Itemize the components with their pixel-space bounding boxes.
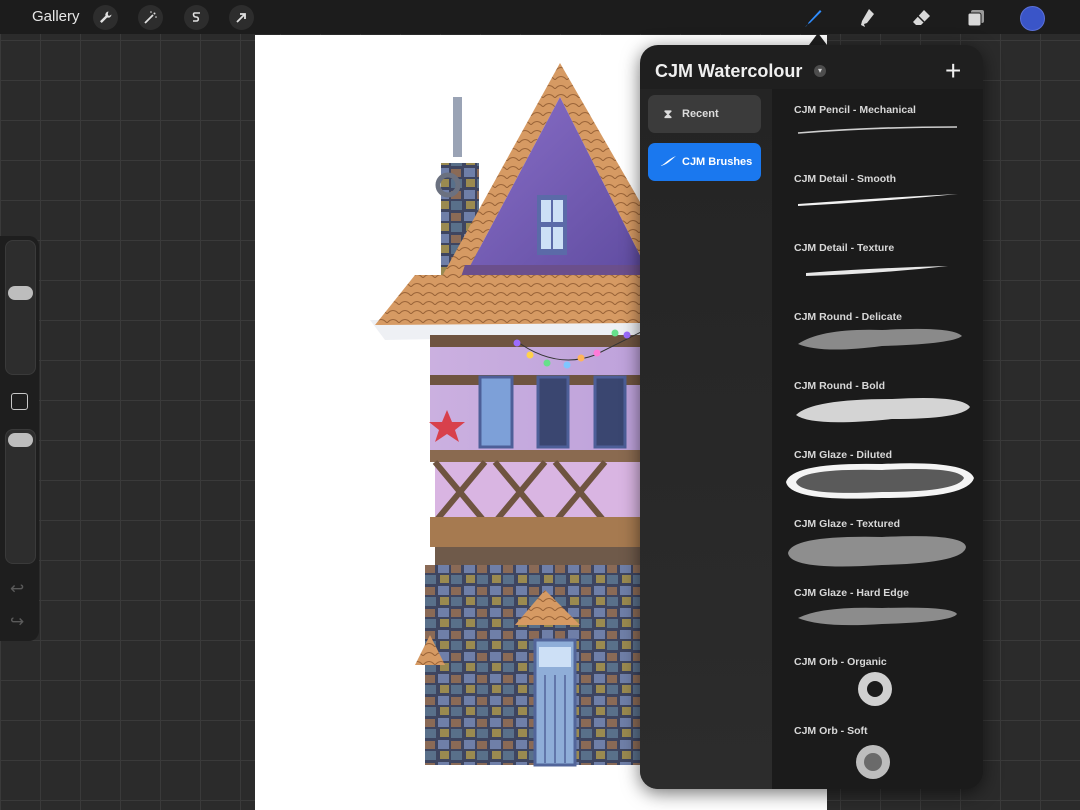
brush-item[interactable]: CJM Glaze - Textured xyxy=(772,503,983,572)
left-sidebar: ↩ ↪ xyxy=(0,236,39,641)
eraser-icon[interactable] xyxy=(908,4,936,32)
brush-stroke-preview xyxy=(797,126,958,134)
brush-set-label: Recent xyxy=(682,108,719,120)
brush-library-title: CJM Watercolour xyxy=(655,61,803,81)
brush-stroke-preview xyxy=(798,194,958,206)
brush-icon[interactable] xyxy=(799,4,827,32)
brush-size-thumb[interactable] xyxy=(8,286,33,300)
brush-item[interactable]: CJM Glaze - Hard Edge xyxy=(772,572,983,641)
brush-stroke-preview xyxy=(858,672,892,706)
undo-icon[interactable]: ↩ xyxy=(10,579,24,599)
brush-item[interactable]: CJM Orb - Organic xyxy=(772,641,983,710)
brush-item[interactable]: CJM Detail - Texture xyxy=(772,227,983,296)
opacity-slider[interactable] xyxy=(5,429,36,564)
brush-stroke-preview xyxy=(798,607,957,626)
brush-stroke-preview xyxy=(856,745,890,779)
brush-item[interactable]: CJM Glaze - Diluted xyxy=(772,434,983,503)
brush-stroke-preview xyxy=(786,463,974,499)
wrench-icon[interactable] xyxy=(93,5,118,30)
brush-stroke-preview xyxy=(788,536,966,567)
layers-icon[interactable] xyxy=(962,4,990,32)
brush-item[interactable]: CJM Detail - Smooth xyxy=(772,158,983,227)
modify-button-icon[interactable] xyxy=(11,393,28,410)
brush-item[interactable]: CJM Round - Delicate xyxy=(772,296,983,365)
brush-set-label: CJM Brushes xyxy=(682,156,753,168)
gallery-button[interactable]: Gallery xyxy=(32,8,80,25)
brush-item[interactable]: CJM Round - Bold xyxy=(772,365,983,434)
brush-stroke-preview xyxy=(796,398,970,423)
add-brush-button[interactable]: + xyxy=(945,55,961,87)
brush-set-recent[interactable]: ⧗ Recent xyxy=(648,95,761,133)
selection-icon[interactable] xyxy=(184,5,209,30)
top-toolbar: Gallery xyxy=(0,0,1080,34)
brush-item[interactable]: CJM Orb - Soft xyxy=(772,710,983,779)
redo-icon[interactable]: ↪ xyxy=(10,612,24,632)
transform-icon[interactable] xyxy=(229,5,254,30)
smudge-icon[interactable] xyxy=(853,4,881,32)
brush-item[interactable]: CJM Pencil - Mechanical xyxy=(772,89,983,158)
color-picker-button[interactable] xyxy=(1020,6,1045,31)
brush-library-panel: CJM Watercolour ▾ + ⧗ Recent CJM Brushes… xyxy=(640,45,983,789)
brush-stroke-preview xyxy=(798,328,962,350)
brush-list: CJM Pencil - Mechanical CJM Detail - Smo… xyxy=(772,89,983,789)
hourglass-icon: ⧗ xyxy=(663,106,673,121)
brush-stroke-preview xyxy=(806,266,948,276)
magic-wand-icon[interactable] xyxy=(138,5,163,30)
popover-caret xyxy=(809,33,827,45)
brush-size-slider[interactable] xyxy=(5,240,36,375)
chevron-down-icon[interactable]: ▾ xyxy=(814,65,826,77)
opacity-thumb[interactable] xyxy=(8,433,33,447)
brush-set-cjm-brushes[interactable]: CJM Brushes xyxy=(648,143,761,181)
brush-sets-column: ⧗ Recent CJM Brushes xyxy=(640,89,772,789)
brush-stroke-icon xyxy=(654,155,682,170)
